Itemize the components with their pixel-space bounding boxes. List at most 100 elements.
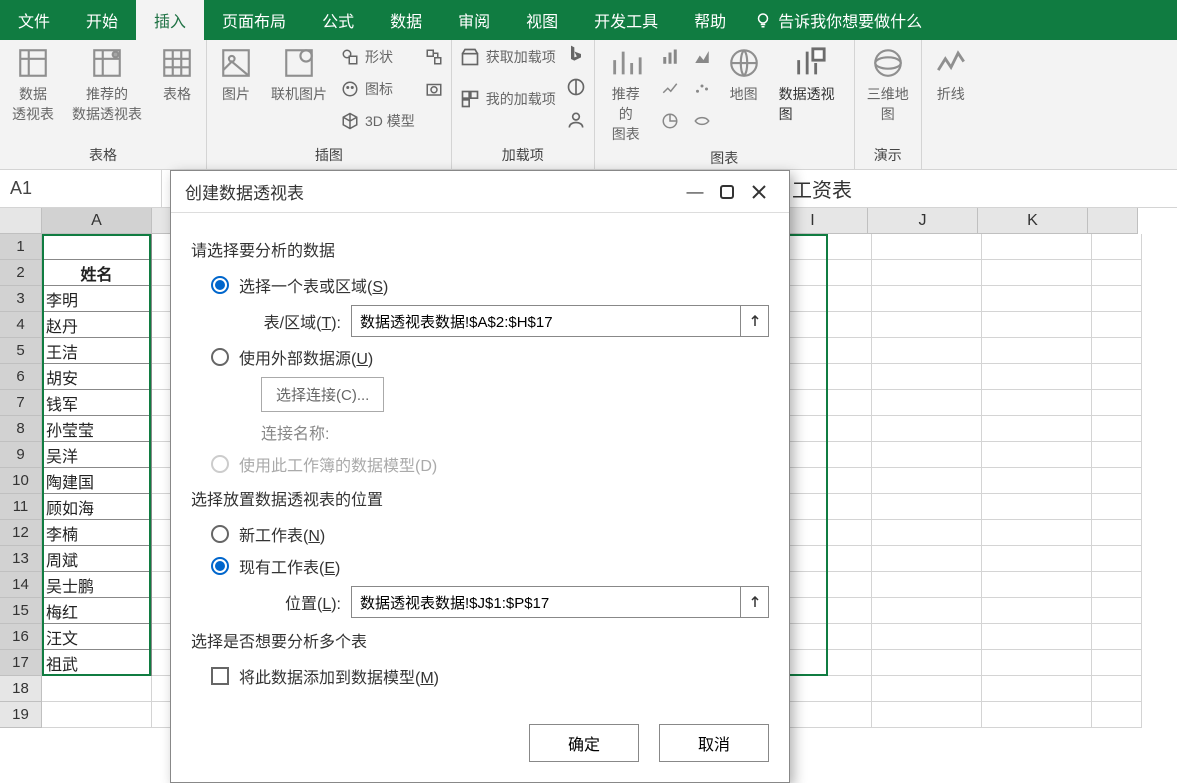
- cell[interactable]: [872, 702, 982, 728]
- radio-existing-sheet[interactable]: [211, 557, 229, 575]
- checkbox-add-model[interactable]: [211, 667, 229, 685]
- cell[interactable]: [1092, 598, 1142, 624]
- cell[interactable]: [982, 494, 1092, 520]
- opt-new-sheet[interactable]: 新工作表(N): [211, 522, 769, 546]
- tell-me-search[interactable]: 告诉我你想要做什么: [744, 0, 932, 40]
- recommended-charts-button[interactable]: 推荐的 图表: [603, 44, 649, 146]
- cell[interactable]: [982, 260, 1092, 286]
- 3d-model-button[interactable]: 3D 模型: [341, 108, 415, 134]
- cell[interactable]: [872, 312, 982, 338]
- cell[interactable]: [872, 494, 982, 520]
- cell[interactable]: [872, 364, 982, 390]
- name-box[interactable]: A1: [0, 170, 162, 207]
- cell[interactable]: 王洁: [42, 338, 152, 364]
- cell[interactable]: [872, 650, 982, 676]
- cell[interactable]: 赵丹: [42, 312, 152, 338]
- cell[interactable]: [1092, 494, 1142, 520]
- cell[interactable]: [872, 520, 982, 546]
- cell[interactable]: [982, 546, 1092, 572]
- cell[interactable]: [982, 468, 1092, 494]
- cell[interactable]: [872, 676, 982, 702]
- chart-gallery-6[interactable]: [691, 108, 713, 134]
- location-ref-button[interactable]: [741, 586, 769, 618]
- menu-review[interactable]: 审阅: [440, 0, 508, 40]
- cell[interactable]: [1092, 572, 1142, 598]
- chart-gallery-2[interactable]: [659, 76, 681, 102]
- choose-connection-button[interactable]: 选择连接(C)...: [261, 377, 384, 412]
- cell[interactable]: 祖武: [42, 650, 152, 676]
- cell[interactable]: 周斌: [42, 546, 152, 572]
- row-header[interactable]: 1: [0, 234, 42, 260]
- cell[interactable]: [1092, 624, 1142, 650]
- menu-formulas[interactable]: 公式: [304, 0, 372, 40]
- row-header[interactable]: 15: [0, 598, 42, 624]
- cell[interactable]: [982, 598, 1092, 624]
- opt-add-to-model[interactable]: 将此数据添加到数据模型(M): [211, 664, 769, 688]
- opt-external[interactable]: 使用外部数据源(U): [211, 345, 769, 369]
- cell[interactable]: [982, 676, 1092, 702]
- menu-file[interactable]: 文件: [0, 0, 68, 40]
- people-graph-button[interactable]: [566, 110, 586, 133]
- cell[interactable]: [982, 286, 1092, 312]
- chart-gallery-4[interactable]: [691, 44, 713, 70]
- bing-maps-button[interactable]: [566, 44, 586, 67]
- cell[interactable]: [872, 468, 982, 494]
- chart-gallery-5[interactable]: [691, 76, 713, 102]
- location-input[interactable]: [351, 586, 741, 618]
- cell[interactable]: [1092, 676, 1142, 702]
- cell[interactable]: [872, 260, 982, 286]
- cell[interactable]: [1092, 546, 1142, 572]
- pivot-table-button[interactable]: 数据 透视表: [8, 44, 58, 126]
- opt-select-range[interactable]: 选择一个表或区域(S): [211, 273, 769, 297]
- cell[interactable]: [982, 338, 1092, 364]
- cell[interactable]: [872, 234, 982, 260]
- ok-button[interactable]: 确定: [529, 724, 639, 762]
- cell[interactable]: [982, 390, 1092, 416]
- select-all-corner[interactable]: [0, 208, 42, 234]
- cell[interactable]: [872, 546, 982, 572]
- col-header-j[interactable]: J: [868, 208, 978, 234]
- cell[interactable]: [1092, 312, 1142, 338]
- cell[interactable]: [1092, 364, 1142, 390]
- cell[interactable]: [42, 676, 152, 702]
- row-header[interactable]: 5: [0, 338, 42, 364]
- row-header[interactable]: 2: [0, 260, 42, 286]
- cell[interactable]: [872, 442, 982, 468]
- get-addins-button[interactable]: 获取加载项: [460, 44, 556, 70]
- menu-data[interactable]: 数据: [372, 0, 440, 40]
- cell[interactable]: [42, 234, 152, 260]
- row-header[interactable]: 19: [0, 702, 42, 728]
- chart-gallery-3[interactable]: [659, 108, 681, 134]
- cell[interactable]: [872, 286, 982, 312]
- 3d-map-button[interactable]: 三维地 图: [863, 44, 913, 126]
- radio-external[interactable]: [211, 348, 229, 366]
- cell[interactable]: [872, 390, 982, 416]
- cell[interactable]: [982, 520, 1092, 546]
- cell[interactable]: 陶建国: [42, 468, 152, 494]
- row-header[interactable]: 9: [0, 442, 42, 468]
- cell[interactable]: 顾如海: [42, 494, 152, 520]
- row-header[interactable]: 18: [0, 676, 42, 702]
- cell[interactable]: [982, 416, 1092, 442]
- cell[interactable]: [1092, 520, 1142, 546]
- cell[interactable]: [982, 312, 1092, 338]
- col-header-k[interactable]: K: [978, 208, 1088, 234]
- cell[interactable]: [982, 624, 1092, 650]
- cell[interactable]: 梅红: [42, 598, 152, 624]
- row-header[interactable]: 6: [0, 364, 42, 390]
- cell[interactable]: [872, 598, 982, 624]
- cell[interactable]: 孙莹莹: [42, 416, 152, 442]
- menu-layout[interactable]: 页面布局: [204, 0, 304, 40]
- cell[interactable]: 姓名: [42, 260, 152, 286]
- cell[interactable]: [872, 572, 982, 598]
- cell[interactable]: 钱军: [42, 390, 152, 416]
- cell[interactable]: 吴士鹏: [42, 572, 152, 598]
- radio-select-range[interactable]: [211, 276, 229, 294]
- online-picture-button[interactable]: 联机图片: [267, 44, 331, 106]
- row-header[interactable]: 14: [0, 572, 42, 598]
- row-header[interactable]: 12: [0, 520, 42, 546]
- shapes-button[interactable]: 形状: [341, 44, 415, 70]
- row-header[interactable]: 8: [0, 416, 42, 442]
- cell[interactable]: [982, 572, 1092, 598]
- minimize-button[interactable]: —: [679, 176, 711, 208]
